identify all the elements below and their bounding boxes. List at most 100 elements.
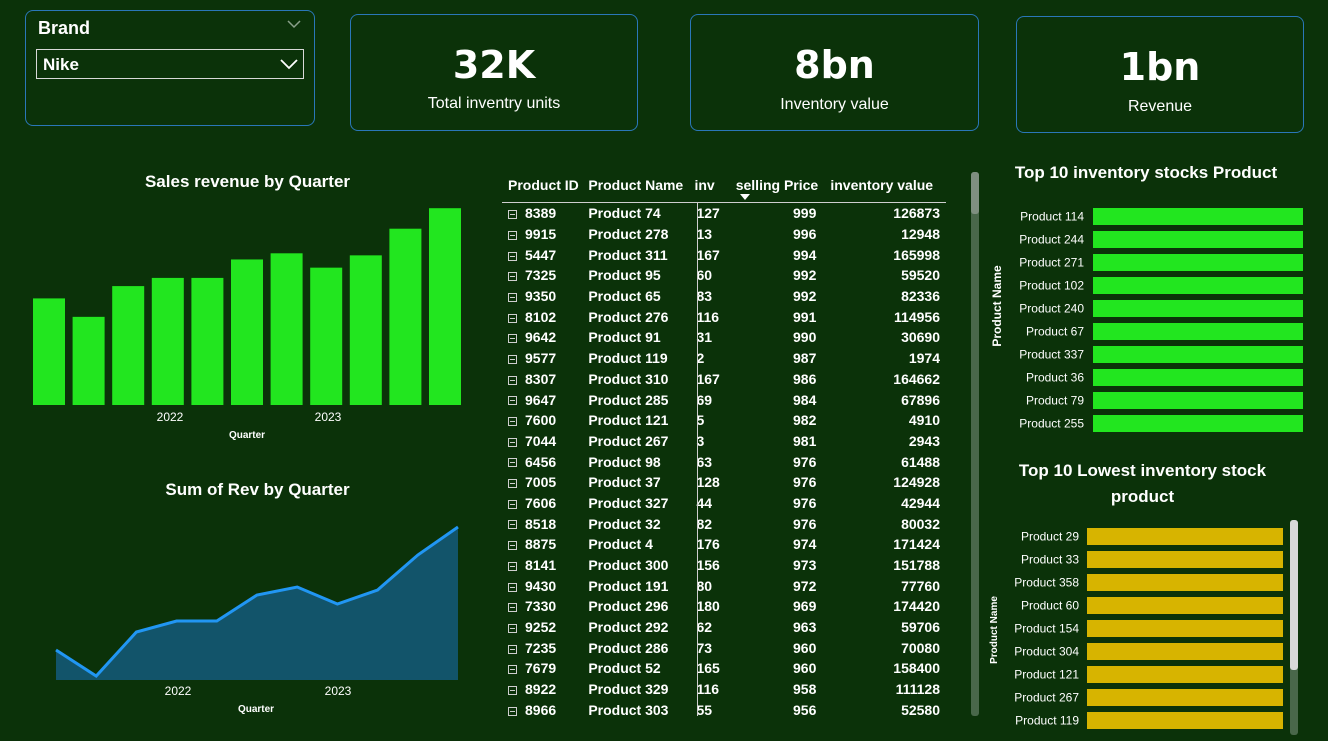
table-scrollbar-thumb[interactable] [971,172,979,214]
collapse-row-icon[interactable] [508,292,517,302]
table-row[interactable]: 7679 Product 52 165 960 158400 [502,658,946,679]
collapse-row-icon[interactable] [508,375,517,385]
revenue-bar[interactable] [231,259,263,405]
table-row[interactable]: 7044 Product 267 3 981 2943 [502,431,946,452]
table-row[interactable]: 7235 Product 286 73 960 70080 [502,637,946,658]
product-id-text: 7600 [525,412,557,429]
revenue-bar[interactable] [72,316,105,405]
collapse-row-icon[interactable] [508,251,517,261]
table-row[interactable]: 9647 Product 285 69 984 67896 [502,389,946,410]
revenue-bar[interactable] [270,253,303,405]
product-bar[interactable] [1093,323,1303,340]
table-row[interactable]: 8102 Product 276 116 991 114956 [502,306,946,327]
product-id-text: 5447 [525,246,557,263]
collapse-row-icon[interactable] [508,685,517,695]
table-scrollbar[interactable] [971,172,979,716]
col-header-product-name[interactable]: Product Name [588,168,690,203]
product-bar[interactable] [1093,415,1303,432]
kpi-card-inventory-value: 8bn Inventory value [690,14,979,131]
brand-dropdown[interactable]: Nike [36,49,304,79]
lowest-chart-scrollbar-thumb[interactable] [1290,520,1298,670]
table-row[interactable]: 5447 Product 311 167 994 165998 [502,244,946,265]
product-bar[interactable] [1087,689,1283,706]
collapse-row-icon[interactable] [508,665,517,675]
table-row[interactable]: 9252 Product 292 62 963 59706 [502,617,946,638]
product-bar[interactable] [1087,574,1283,591]
collapse-row-icon[interactable] [508,230,517,240]
col-header-inv[interactable]: inv [690,168,731,203]
cell-product-name: Product 278 [588,226,669,243]
table-row[interactable]: 7600 Product 121 5 982 4910 [502,410,946,431]
collapse-row-icon[interactable] [508,396,517,406]
cell-product-name: Product 329 [588,681,669,698]
revenue-bar[interactable] [112,286,145,405]
table-row[interactable]: 8307 Product 310 167 986 164662 [502,369,946,390]
revenue-bar[interactable] [389,228,422,405]
collapse-row-icon[interactable] [508,417,517,427]
slicer-collapse-chevron-icon[interactable] [286,17,302,31]
table-row[interactable]: 8875 Product 4 176 974 171424 [502,534,946,555]
table-row[interactable]: 7330 Product 296 180 969 174420 [502,596,946,617]
collapse-row-icon[interactable] [508,313,517,323]
collapse-row-icon[interactable] [508,520,517,530]
table-row[interactable]: 8518 Product 32 82 976 80032 [502,513,946,534]
product-bar[interactable] [1087,620,1283,637]
product-bar[interactable] [1093,346,1303,363]
table-row[interactable]: 9350 Product 65 83 992 82336 [502,286,946,307]
product-bar[interactable] [1087,551,1283,568]
collapse-row-icon[interactable] [508,561,517,571]
table-row[interactable]: 6456 Product 98 63 976 61488 [502,451,946,472]
table-row[interactable]: 8389 Product 74 127 999 126873 [502,203,946,224]
collapse-row-icon[interactable] [508,603,517,613]
collapse-row-icon[interactable] [508,354,517,364]
product-bar[interactable] [1093,231,1303,248]
collapse-row-icon[interactable] [508,479,517,489]
table-row[interactable]: 9430 Product 191 80 972 77760 [502,575,946,596]
revenue-bar[interactable] [191,277,224,405]
revenue-bar[interactable] [310,267,343,405]
collapse-row-icon[interactable] [508,582,517,592]
table-row[interactable]: 7005 Product 37 128 976 124928 [502,472,946,493]
product-bar[interactable] [1093,208,1303,225]
cell-product-id: 5447 [502,244,588,265]
table-row[interactable]: 8922 Product 329 116 958 111128 [502,679,946,700]
collapse-row-icon[interactable] [508,272,517,282]
collapse-row-icon[interactable] [508,499,517,509]
collapse-row-icon[interactable] [508,644,517,654]
collapse-row-icon[interactable] [508,334,517,344]
collapse-row-icon[interactable] [508,706,517,716]
collapse-row-icon[interactable] [508,437,517,447]
table-row[interactable]: 9642 Product 91 31 990 30690 [502,327,946,348]
table-row[interactable]: 8966 Product 303 55 956 52580 [502,700,946,719]
cell-product-id: 9642 [502,327,588,348]
product-bar[interactable] [1093,300,1303,317]
product-table[interactable]: Product ID Product Name inv selling Pric… [502,168,946,718]
collapse-row-icon[interactable] [508,541,517,551]
sort-descending-icon[interactable] [740,194,750,200]
cell-product-name: Product 310 [588,370,669,387]
product-bar[interactable] [1087,597,1283,614]
table-row[interactable]: 9577 Product 119 2 987 1974 [502,348,946,369]
product-bar[interactable] [1093,369,1303,386]
collapse-row-icon[interactable] [508,458,517,468]
product-bar[interactable] [1087,528,1283,545]
col-header-inventory-value[interactable]: inventory value [822,168,946,203]
product-bar[interactable] [1093,277,1303,294]
product-bar[interactable] [1087,666,1283,683]
cell-inventory-value: 4910 [908,412,940,429]
col-header-product-id[interactable]: Product ID [502,168,588,203]
table-row[interactable]: 8141 Product 300 156 973 151788 [502,555,946,576]
collapse-row-icon[interactable] [508,623,517,633]
product-bar[interactable] [1087,643,1283,660]
product-bar[interactable] [1087,712,1283,729]
product-bar[interactable] [1093,392,1303,409]
collapse-row-icon[interactable] [508,210,517,220]
table-row[interactable]: 7325 Product 95 60 992 59520 [502,265,946,286]
revenue-bar[interactable] [33,298,65,405]
revenue-bar[interactable] [349,255,382,405]
table-row[interactable]: 7606 Product 327 44 976 42944 [502,493,946,514]
revenue-bar[interactable] [429,208,461,405]
revenue-bar[interactable] [151,277,184,405]
table-row[interactable]: 9915 Product 278 13 996 12948 [502,224,946,245]
product-bar[interactable] [1093,254,1303,271]
